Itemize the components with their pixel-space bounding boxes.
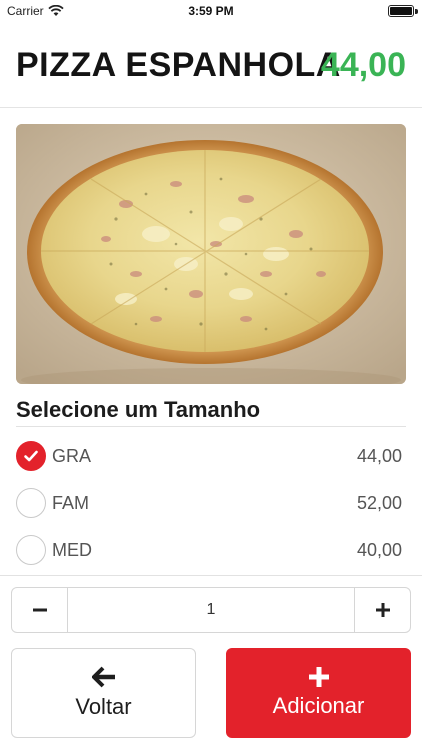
size-radio[interactable] xyxy=(16,535,46,565)
size-section-title: Selecione um Tamanho xyxy=(16,397,261,422)
decrement-button[interactable] xyxy=(12,588,68,632)
size-option-label: GRA xyxy=(52,446,92,466)
increment-button[interactable] xyxy=(354,588,410,632)
quantity-stepper: 1 xyxy=(11,587,411,633)
size-option-price: 52,00 xyxy=(356,493,402,513)
add-button-label: Adicionar xyxy=(272,693,365,718)
size-option-med[interactable]: MED 40,00 xyxy=(0,529,422,573)
product-title: PIZZA ESPANHOLA xyxy=(16,46,341,84)
battery-tip xyxy=(415,9,418,14)
section-divider xyxy=(16,426,406,427)
arrow-left-icon xyxy=(91,666,115,688)
size-option-price: 40,00 xyxy=(356,540,402,560)
back-button[interactable]: Voltar xyxy=(11,648,196,738)
size-option-gra[interactable]: GRA 44,00 xyxy=(0,435,422,479)
back-button-label: Voltar xyxy=(75,694,132,719)
minus-icon xyxy=(32,608,47,612)
product-price: 44,00 xyxy=(320,46,406,84)
add-button[interactable]: Adicionar xyxy=(226,648,411,738)
size-option-label: MED xyxy=(52,540,92,560)
plus-icon xyxy=(308,667,329,687)
quantity-divider xyxy=(0,575,422,576)
battery-icon xyxy=(388,5,414,17)
quantity-value[interactable]: 1 xyxy=(68,588,354,632)
size-option-price: 44,00 xyxy=(356,446,402,466)
status-time: 3:59 PM xyxy=(188,4,234,18)
pizza-image xyxy=(16,124,406,384)
checkmark-icon xyxy=(24,450,38,462)
size-radio-checked[interactable] xyxy=(16,441,46,471)
size-option-fam[interactable]: FAM 52,00 xyxy=(0,482,422,526)
size-option-label: FAM xyxy=(52,493,90,513)
product-header: PIZZA ESPANHOLA 44,00 xyxy=(0,22,422,108)
status-bar: Carrier 3:59 PM xyxy=(0,0,422,22)
size-radio[interactable] xyxy=(16,488,46,518)
plus-icon xyxy=(375,603,390,617)
